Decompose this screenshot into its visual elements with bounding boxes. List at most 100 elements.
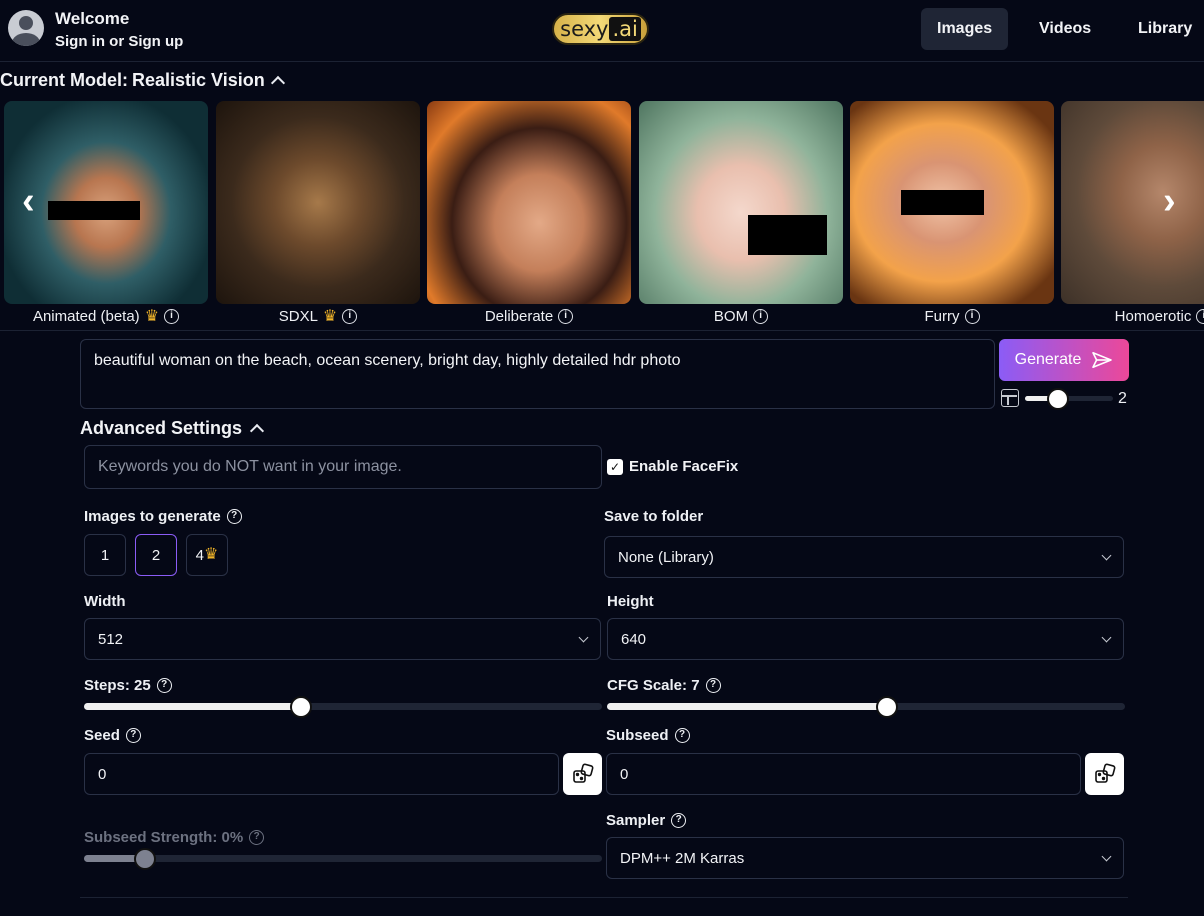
width-select[interactable]: 512 [84, 618, 601, 660]
advanced-settings-toggle[interactable]: Advanced Settings [80, 418, 265, 439]
help-icon[interactable]: ? [671, 813, 687, 828]
cfg-label: CFG Scale: 7 ? [607, 677, 721, 694]
cfg-label-text: CFG Scale: 7 [607, 677, 700, 694]
count-4-button[interactable]: 4 ♛ [186, 534, 228, 576]
chevron-down-icon [578, 632, 589, 642]
count-1-button[interactable]: 1 [84, 534, 126, 576]
layout-icon[interactable] [1001, 389, 1019, 407]
subseed-strength-slider-handle[interactable] [134, 848, 156, 870]
width-select-value: 512 [98, 630, 124, 648]
model-label: Deliberate [484, 308, 554, 325]
help-icon[interactable]: ? [249, 830, 265, 845]
welcome-text: Welcome [55, 9, 130, 28]
random-subseed-button[interactable] [1085, 753, 1124, 795]
info-icon[interactable]: i [964, 309, 980, 324]
count-2-button[interactable]: 2 [135, 534, 177, 576]
width-label: Width [84, 593, 126, 610]
chevron-down-icon [1101, 550, 1112, 560]
current-model-prefix: Current Model: [0, 70, 128, 90]
model-thumbnail [427, 101, 631, 304]
info-icon[interactable]: i [558, 309, 574, 324]
send-icon [1092, 351, 1113, 369]
current-model-toggle[interactable]: Current Model: Realistic Vision [0, 70, 285, 91]
nav-videos[interactable]: Videos [1023, 8, 1107, 50]
images-label-text: Images to generate [84, 508, 221, 525]
negative-prompt-input[interactable]: Keywords you do NOT want in your image. [84, 445, 602, 489]
generate-label: Generate [1014, 351, 1082, 368]
prompt-textarea[interactable]: beautiful woman on the beach, ocean scen… [80, 339, 995, 409]
model-card-bom[interactable]: BOM i [639, 101, 843, 325]
signin-link[interactable]: Sign in or Sign up [55, 33, 183, 50]
save-folder-label: Save to folder [604, 508, 704, 525]
steps-label: Steps: 25 ? [84, 677, 172, 694]
model-label: BOM [713, 308, 749, 325]
subseed-strength-slider-track[interactable] [84, 855, 602, 862]
site-logo[interactable]: sexy .ai [552, 13, 649, 45]
facefix-toggle[interactable]: ✓ Enable FaceFix [607, 458, 738, 475]
sampler-label-text: Sampler [606, 812, 666, 829]
count-4-label: 4 [195, 546, 204, 564]
help-icon[interactable]: ? [674, 728, 690, 743]
model-thumbnail [216, 101, 420, 304]
seed-input[interactable]: 0 [84, 753, 559, 795]
subseed-input[interactable]: 0 [606, 753, 1081, 795]
model-label: SDXL [278, 308, 318, 325]
folder-select[interactable]: None (Library) [604, 536, 1124, 578]
help-icon[interactable]: ? [156, 678, 172, 693]
nav-images[interactable]: Images [921, 8, 1009, 50]
model-card-sdxl[interactable]: SDXL ♛ i [216, 101, 420, 325]
chevron-down-icon [1101, 632, 1112, 642]
height-label: Height [607, 593, 654, 610]
batch-slider-handle[interactable] [1047, 388, 1069, 410]
random-seed-button[interactable] [563, 753, 602, 795]
checkbox-checked-icon[interactable]: ✓ [607, 458, 623, 475]
model-carousel: Animated (beta) ♛ i SDXL ♛ i Deliberate … [0, 101, 1204, 329]
height-select[interactable]: 640 [607, 618, 1124, 660]
help-icon[interactable]: ? [226, 509, 242, 524]
help-icon[interactable]: ? [125, 728, 141, 743]
subseed-strength-label-text: Subseed Strength: 0% [84, 829, 244, 846]
logo-suffix: .ai [609, 17, 641, 41]
advanced-settings-title: Advanced Settings [80, 418, 243, 438]
chevron-up-icon [270, 75, 285, 91]
cfg-slider-handle[interactable] [876, 696, 898, 718]
model-thumbnail [850, 101, 1054, 304]
carousel-prev-icon[interactable]: ‹ [22, 180, 35, 223]
help-icon[interactable]: ? [705, 678, 721, 693]
chevron-down-icon [1101, 851, 1112, 861]
bottom-divider [80, 897, 1128, 898]
generate-button[interactable]: Generate [999, 339, 1129, 381]
batch-slider-value: 2 [1118, 390, 1127, 407]
sampler-select-value: DPM++ 2M Karras [620, 849, 745, 867]
images-to-generate-label: Images to generate ? [84, 508, 242, 525]
batch-slider-track[interactable] [1025, 396, 1113, 401]
info-icon[interactable]: i [342, 309, 358, 324]
seed-label-text: Seed [84, 727, 120, 744]
avatar[interactable] [8, 10, 44, 46]
info-icon[interactable]: i [753, 309, 769, 324]
model-thumbnail [639, 101, 843, 304]
steps-slider-track[interactable] [84, 703, 602, 710]
model-label: Animated (beta) [32, 308, 140, 325]
nav-library[interactable]: Library [1122, 8, 1204, 50]
folder-select-value: None (Library) [618, 548, 714, 566]
model-card-homoerotic[interactable]: Homoerotic i [1061, 101, 1204, 325]
subseed-label: Subseed ? [606, 727, 690, 744]
steps-slider-handle[interactable] [290, 696, 312, 718]
cfg-slider-track[interactable] [607, 703, 1125, 710]
model-thumbnail [1061, 101, 1204, 304]
info-icon[interactable]: i [164, 309, 180, 324]
logo-word: sexy [560, 17, 609, 41]
carousel-next-icon[interactable]: › [1163, 180, 1176, 223]
seed-label: Seed ? [84, 727, 141, 744]
current-model-name: Realistic Vision [132, 70, 265, 90]
crown-icon: ♛ [144, 307, 160, 325]
dice-icon [572, 763, 593, 783]
model-label: Furry [924, 308, 960, 325]
model-card-deliberate[interactable]: Deliberate i [427, 101, 631, 325]
subseed-label-text: Subseed [606, 727, 669, 744]
height-select-value: 640 [621, 630, 647, 648]
info-icon[interactable]: i [1196, 309, 1204, 324]
sampler-select[interactable]: DPM++ 2M Karras [606, 837, 1124, 879]
model-card-furry[interactable]: Furry i [850, 101, 1054, 325]
